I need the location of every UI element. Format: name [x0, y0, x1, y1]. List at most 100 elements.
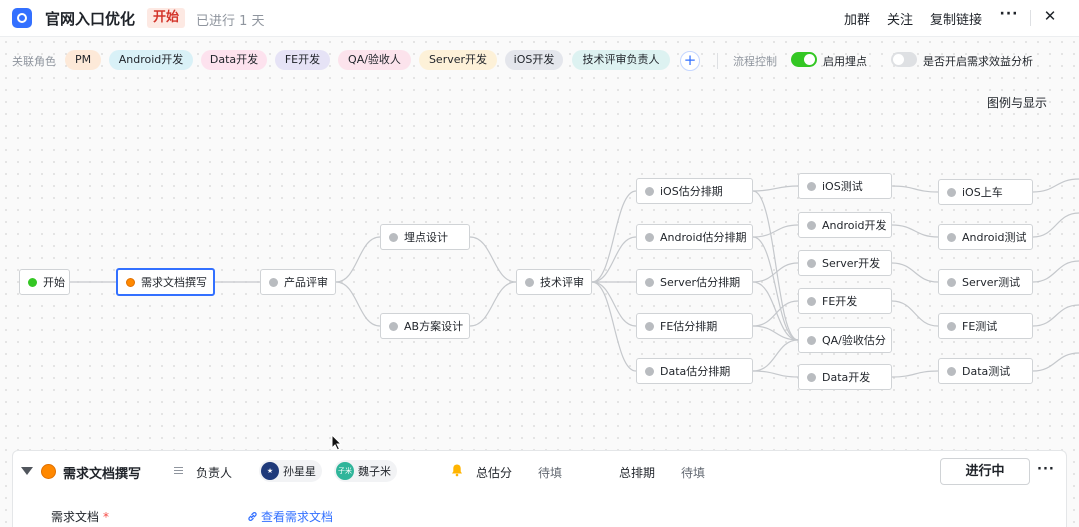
join-group-button[interactable]: 加群	[844, 9, 870, 28]
edge	[469, 236, 517, 283]
owner-label: 负责人	[196, 466, 233, 480]
node-status-icon	[947, 232, 956, 242]
node-status-icon	[645, 366, 654, 376]
edge	[1032, 212, 1079, 238]
related-roles-label: 关联角色	[12, 55, 56, 68]
in-progress-status-button[interactable]: 进行中	[940, 458, 1030, 485]
total-estimate-value[interactable]: 待填	[538, 464, 562, 481]
edge	[591, 190, 637, 283]
flow-node-fe-test[interactable]: FE测试	[938, 313, 1033, 339]
list-icon	[171, 465, 183, 477]
edge	[335, 236, 381, 283]
header-divider	[1030, 10, 1031, 26]
role-tag-qa[interactable]: QA/验收人	[338, 50, 411, 70]
avatar: ★	[261, 462, 279, 480]
node-status-icon	[947, 187, 956, 197]
flow-node-qa-estimate[interactable]: QA/验收估分	[798, 327, 892, 353]
node-status-icon	[269, 277, 278, 287]
node-status-icon	[947, 366, 956, 376]
flow-node-ios-test[interactable]: iOS测试	[798, 173, 892, 199]
benefit-analysis-toggle-label: 是否开启需求效益分析	[923, 55, 1033, 68]
flow-node-tracking-design[interactable]: 埋点设计	[380, 224, 470, 250]
flow-node-product-review[interactable]: 产品评审	[260, 269, 336, 295]
node-status-icon	[126, 277, 135, 287]
flow-node-ios-launch[interactable]: iOS上车	[938, 179, 1033, 205]
flow-node-tech-review[interactable]: 技术评审	[516, 269, 592, 295]
flow-node-fe-estimate[interactable]: FE估分排期	[636, 313, 753, 339]
flow-node-android-dev[interactable]: Android开发	[798, 212, 892, 238]
flow-node-server-estimate[interactable]: Server估分排期	[636, 269, 753, 295]
edge	[752, 185, 799, 192]
node-status-icon	[807, 220, 816, 230]
bell-icon	[452, 464, 462, 477]
flow-node-req-doc[interactable]: 需求文档撰写	[116, 268, 215, 296]
copy-link-button[interactable]: 复制链接	[930, 9, 982, 28]
node-status-icon	[807, 258, 816, 268]
node-status-icon	[645, 277, 654, 287]
flow-node-data-test[interactable]: Data测试	[938, 358, 1033, 384]
flow-node-data-dev[interactable]: Data开发	[798, 364, 892, 390]
required-mark: *	[103, 510, 110, 524]
role-tag-server[interactable]: Server开发	[419, 50, 497, 70]
total-schedule-value[interactable]: 待填	[681, 464, 705, 481]
edge	[1032, 352, 1079, 372]
flow-node-server-test[interactable]: Server测试	[938, 269, 1033, 295]
collapse-triangle-icon[interactable]	[21, 467, 33, 475]
edge	[891, 300, 939, 327]
edge	[591, 236, 637, 283]
panel-more-icon[interactable]: ···	[1037, 462, 1055, 477]
flow-node-android-test[interactable]: Android测试	[938, 224, 1033, 250]
flow-node-android-estimate[interactable]: Android估分排期	[636, 224, 753, 250]
node-detail-panel: 需求文档撰写 负责人 ★ 孙星星 子米 魏子米 总估分 待填 总排期 待填 进行…	[12, 450, 1067, 527]
edge	[891, 185, 939, 193]
node-status-icon	[807, 296, 816, 306]
assignee-name: 孙星星	[283, 465, 316, 478]
benefit-analysis-toggle[interactable]	[891, 52, 917, 67]
view-requirement-doc-link[interactable]: 查看需求文档	[247, 508, 333, 525]
assignee-chip[interactable]: 子米 魏子米	[334, 460, 397, 482]
node-status-icon	[807, 181, 816, 191]
edge	[752, 300, 799, 327]
panel-title: 需求文档撰写	[63, 467, 142, 482]
avatar: 子米	[336, 462, 354, 480]
edge	[335, 281, 381, 327]
edge	[469, 281, 517, 327]
assignee-chip[interactable]: ★ 孙星星	[259, 460, 322, 482]
edge	[752, 281, 799, 341]
follow-button[interactable]: 关注	[887, 9, 913, 28]
edge	[891, 370, 939, 378]
flow-node-server-dev[interactable]: Server开发	[798, 250, 892, 276]
flow-node-ios-estimate[interactable]: iOS估分排期	[636, 178, 753, 204]
role-tag-pm[interactable]: PM	[65, 50, 101, 70]
role-tag-android[interactable]: Android开发	[109, 50, 193, 70]
flow-node-data-estimate[interactable]: Data估分排期	[636, 358, 753, 384]
node-status-icon	[645, 321, 654, 331]
edge	[1032, 178, 1079, 193]
role-bar-divider	[717, 53, 718, 69]
edge	[891, 262, 939, 283]
flow-node-ab-design[interactable]: AB方案设计	[380, 313, 470, 339]
flow-control-label: 流程控制	[733, 55, 777, 68]
node-status-icon	[389, 232, 398, 242]
node-status-icon	[645, 232, 654, 242]
more-options-icon[interactable]: ···	[999, 6, 1019, 28]
edge	[752, 370, 799, 378]
tracking-toggle[interactable]	[791, 52, 817, 67]
app-header: 官网入口优化 开始 已进行 1 天 加群 关注 复制链接 ··· ✕	[0, 0, 1079, 37]
close-icon[interactable]: ✕	[1042, 7, 1058, 27]
flow-node-start[interactable]: 开始	[19, 269, 70, 295]
total-schedule-label: 总排期	[619, 466, 656, 480]
edge	[752, 224, 799, 238]
role-tag-tech-review-owner[interactable]: 技术评审负责人	[572, 50, 670, 70]
flow-canvas[interactable]: 开始 需求文档撰写 产品评审 埋点设计 AB方案设计 技术评审 iOS估分排期 …	[0, 83, 1079, 450]
node-status-icon	[645, 186, 654, 196]
node-status-icon	[389, 321, 398, 331]
elapsed-time: 已进行 1 天	[196, 14, 265, 29]
role-tag-data[interactable]: Data开发	[201, 50, 267, 70]
assignee-name: 魏子米	[358, 465, 391, 478]
role-tag-fe[interactable]: FE开发	[275, 50, 330, 70]
role-tag-ios[interactable]: iOS开发	[505, 50, 563, 70]
flow-node-fe-dev[interactable]: FE开发	[798, 288, 892, 314]
add-role-button[interactable]: +	[680, 51, 700, 71]
requirement-doc-label: 需求文档 *	[51, 510, 110, 524]
